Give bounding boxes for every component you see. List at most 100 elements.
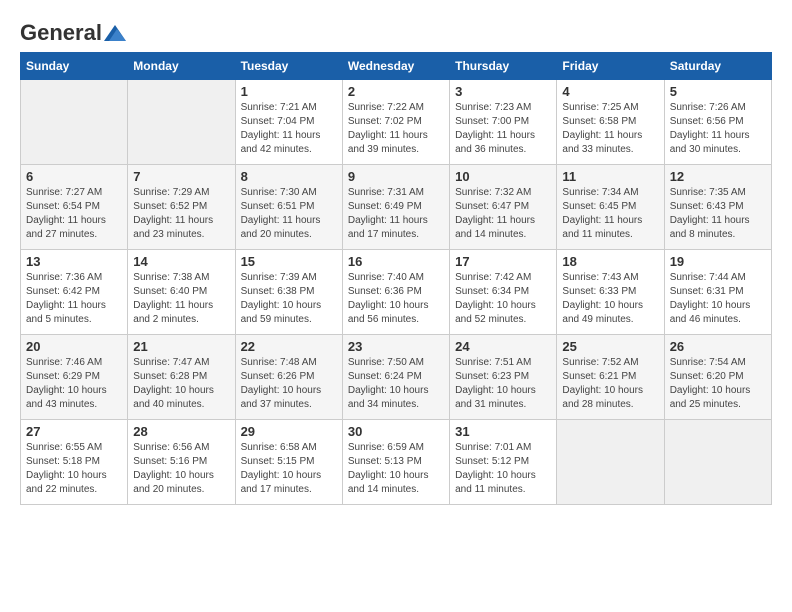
day-detail: Sunrise: 7:30 AM Sunset: 6:51 PM Dayligh… [241, 186, 337, 242]
day-number: 6 [26, 169, 122, 184]
calendar-cell: 25 Sunrise: 7:52 AM Sunset: 6:21 PM Dayli… [557, 335, 664, 420]
calendar-cell: 1 Sunrise: 7:21 AM Sunset: 7:04 PM Daylig… [235, 80, 342, 165]
calendar-cell: 24 Sunrise: 7:51 AM Sunset: 6:23 PM Dayli… [450, 335, 557, 420]
calendar-cell: 8 Sunrise: 7:30 AM Sunset: 6:51 PM Daylig… [235, 165, 342, 250]
calendar-cell: 5 Sunrise: 7:26 AM Sunset: 6:56 PM Daylig… [664, 80, 771, 165]
day-detail: Sunrise: 7:40 AM Sunset: 6:36 PM Dayligh… [348, 271, 444, 327]
day-number: 24 [455, 339, 551, 354]
calendar-cell: 17 Sunrise: 7:42 AM Sunset: 6:34 PM Dayli… [450, 250, 557, 335]
day-detail: Sunrise: 7:34 AM Sunset: 6:45 PM Dayligh… [562, 186, 658, 242]
day-detail: Sunrise: 7:39 AM Sunset: 6:38 PM Dayligh… [241, 271, 337, 327]
day-detail: Sunrise: 7:32 AM Sunset: 6:47 PM Dayligh… [455, 186, 551, 242]
weekday-header: Monday [128, 53, 235, 80]
calendar-cell: 19 Sunrise: 7:44 AM Sunset: 6:31 PM Dayli… [664, 250, 771, 335]
calendar-cell: 10 Sunrise: 7:32 AM Sunset: 6:47 PM Dayli… [450, 165, 557, 250]
weekday-header: Sunday [21, 53, 128, 80]
day-number: 5 [670, 84, 766, 99]
day-number: 14 [133, 254, 229, 269]
day-detail: Sunrise: 7:36 AM Sunset: 6:42 PM Dayligh… [26, 271, 122, 327]
day-detail: Sunrise: 6:59 AM Sunset: 5:13 PM Dayligh… [348, 441, 444, 497]
day-detail: Sunrise: 7:27 AM Sunset: 6:54 PM Dayligh… [26, 186, 122, 242]
calendar-table: SundayMondayTuesdayWednesdayThursdayFrid… [20, 52, 772, 505]
page-header: General [20, 20, 772, 42]
day-number: 18 [562, 254, 658, 269]
day-number: 9 [348, 169, 444, 184]
day-detail: Sunrise: 7:25 AM Sunset: 6:58 PM Dayligh… [562, 101, 658, 157]
calendar-cell: 13 Sunrise: 7:36 AM Sunset: 6:42 PM Dayli… [21, 250, 128, 335]
calendar-cell [664, 420, 771, 505]
day-number: 3 [455, 84, 551, 99]
calendar-cell: 20 Sunrise: 7:46 AM Sunset: 6:29 PM Dayli… [21, 335, 128, 420]
day-number: 1 [241, 84, 337, 99]
calendar-cell: 11 Sunrise: 7:34 AM Sunset: 6:45 PM Dayli… [557, 165, 664, 250]
day-detail: Sunrise: 7:31 AM Sunset: 6:49 PM Dayligh… [348, 186, 444, 242]
calendar-cell: 12 Sunrise: 7:35 AM Sunset: 6:43 PM Dayli… [664, 165, 771, 250]
day-number: 19 [670, 254, 766, 269]
calendar-cell: 14Sunrise: 7:38 AM Sunset: 6:40 PM Dayli… [128, 250, 235, 335]
day-detail: Sunrise: 7:21 AM Sunset: 7:04 PM Dayligh… [241, 101, 337, 157]
day-detail: Sunrise: 7:52 AM Sunset: 6:21 PM Dayligh… [562, 356, 658, 412]
calendar-cell [21, 80, 128, 165]
calendar-cell: 26 Sunrise: 7:54 AM Sunset: 6:20 PM Dayli… [664, 335, 771, 420]
day-number: 30 [348, 424, 444, 439]
calendar-cell [557, 420, 664, 505]
calendar-cell: 18Sunrise: 7:43 AM Sunset: 6:33 PM Dayli… [557, 250, 664, 335]
calendar-cell: 15Sunrise: 7:39 AM Sunset: 6:38 PM Dayli… [235, 250, 342, 335]
weekday-header: Friday [557, 53, 664, 80]
calendar-cell: 4 Sunrise: 7:25 AM Sunset: 6:58 PM Daylig… [557, 80, 664, 165]
day-number: 11 [562, 169, 658, 184]
day-number: 13 [26, 254, 122, 269]
calendar-cell: 22 Sunrise: 7:48 AM Sunset: 6:26 PM Dayli… [235, 335, 342, 420]
day-number: 4 [562, 84, 658, 99]
day-number: 17 [455, 254, 551, 269]
day-number: 31 [455, 424, 551, 439]
day-number: 2 [348, 84, 444, 99]
day-detail: Sunrise: 7:54 AM Sunset: 6:20 PM Dayligh… [670, 356, 766, 412]
day-detail: Sunrise: 7:22 AM Sunset: 7:02 PM Dayligh… [348, 101, 444, 157]
calendar-cell: 7Sunrise: 7:29 AM Sunset: 6:52 PM Daylig… [128, 165, 235, 250]
logo: General [20, 20, 126, 42]
calendar-cell: 29 Sunrise: 6:58 AM Sunset: 5:15 PM Dayli… [235, 420, 342, 505]
calendar-cell: 21 Sunrise: 7:47 AM Sunset: 6:28 PM Dayli… [128, 335, 235, 420]
calendar-cell: 2 Sunrise: 7:22 AM Sunset: 7:02 PM Daylig… [342, 80, 449, 165]
day-detail: Sunrise: 7:35 AM Sunset: 6:43 PM Dayligh… [670, 186, 766, 242]
day-detail: Sunrise: 7:42 AM Sunset: 6:34 PM Dayligh… [455, 271, 551, 327]
calendar-cell: 9 Sunrise: 7:31 AM Sunset: 6:49 PM Daylig… [342, 165, 449, 250]
day-number: 23 [348, 339, 444, 354]
weekday-header: Saturday [664, 53, 771, 80]
weekday-header: Tuesday [235, 53, 342, 80]
day-number: 25 [562, 339, 658, 354]
day-number: 12 [670, 169, 766, 184]
day-detail: Sunrise: 6:55 AM Sunset: 5:18 PM Dayligh… [26, 441, 122, 497]
day-number: 26 [670, 339, 766, 354]
calendar-cell: 16 Sunrise: 7:40 AM Sunset: 6:36 PM Dayli… [342, 250, 449, 335]
day-detail: Sunrise: 6:56 AM Sunset: 5:16 PM Dayligh… [133, 441, 229, 497]
day-number: 20 [26, 339, 122, 354]
day-detail: Sunrise: 7:23 AM Sunset: 7:00 PM Dayligh… [455, 101, 551, 157]
day-number: 29 [241, 424, 337, 439]
day-number: 8 [241, 169, 337, 184]
day-number: 28 [133, 424, 229, 439]
calendar-cell: 31Sunrise: 7:01 AM Sunset: 5:12 PM Dayli… [450, 420, 557, 505]
day-number: 22 [241, 339, 337, 354]
day-detail: Sunrise: 6:58 AM Sunset: 5:15 PM Dayligh… [241, 441, 337, 497]
calendar-cell: 3 Sunrise: 7:23 AM Sunset: 7:00 PM Daylig… [450, 80, 557, 165]
calendar-cell: 23 Sunrise: 7:50 AM Sunset: 6:24 PM Dayli… [342, 335, 449, 420]
weekday-header: Thursday [450, 53, 557, 80]
weekday-header: Wednesday [342, 53, 449, 80]
day-number: 21 [133, 339, 229, 354]
calendar-cell: 27Sunrise: 6:55 AM Sunset: 5:18 PM Dayli… [21, 420, 128, 505]
calendar-cell: 28 Sunrise: 6:56 AM Sunset: 5:16 PM Dayli… [128, 420, 235, 505]
day-detail: Sunrise: 7:44 AM Sunset: 6:31 PM Dayligh… [670, 271, 766, 327]
day-detail: Sunrise: 7:47 AM Sunset: 6:28 PM Dayligh… [133, 356, 229, 412]
day-number: 10 [455, 169, 551, 184]
day-detail: Sunrise: 7:50 AM Sunset: 6:24 PM Dayligh… [348, 356, 444, 412]
day-detail: Sunrise: 7:26 AM Sunset: 6:56 PM Dayligh… [670, 101, 766, 157]
day-number: 16 [348, 254, 444, 269]
calendar-cell [128, 80, 235, 165]
calendar-cell: 30 Sunrise: 6:59 AM Sunset: 5:13 PM Dayli… [342, 420, 449, 505]
day-detail: Sunrise: 7:51 AM Sunset: 6:23 PM Dayligh… [455, 356, 551, 412]
day-number: 7 [133, 169, 229, 184]
day-detail: Sunrise: 7:48 AM Sunset: 6:26 PM Dayligh… [241, 356, 337, 412]
day-detail: Sunrise: 7:46 AM Sunset: 6:29 PM Dayligh… [26, 356, 122, 412]
